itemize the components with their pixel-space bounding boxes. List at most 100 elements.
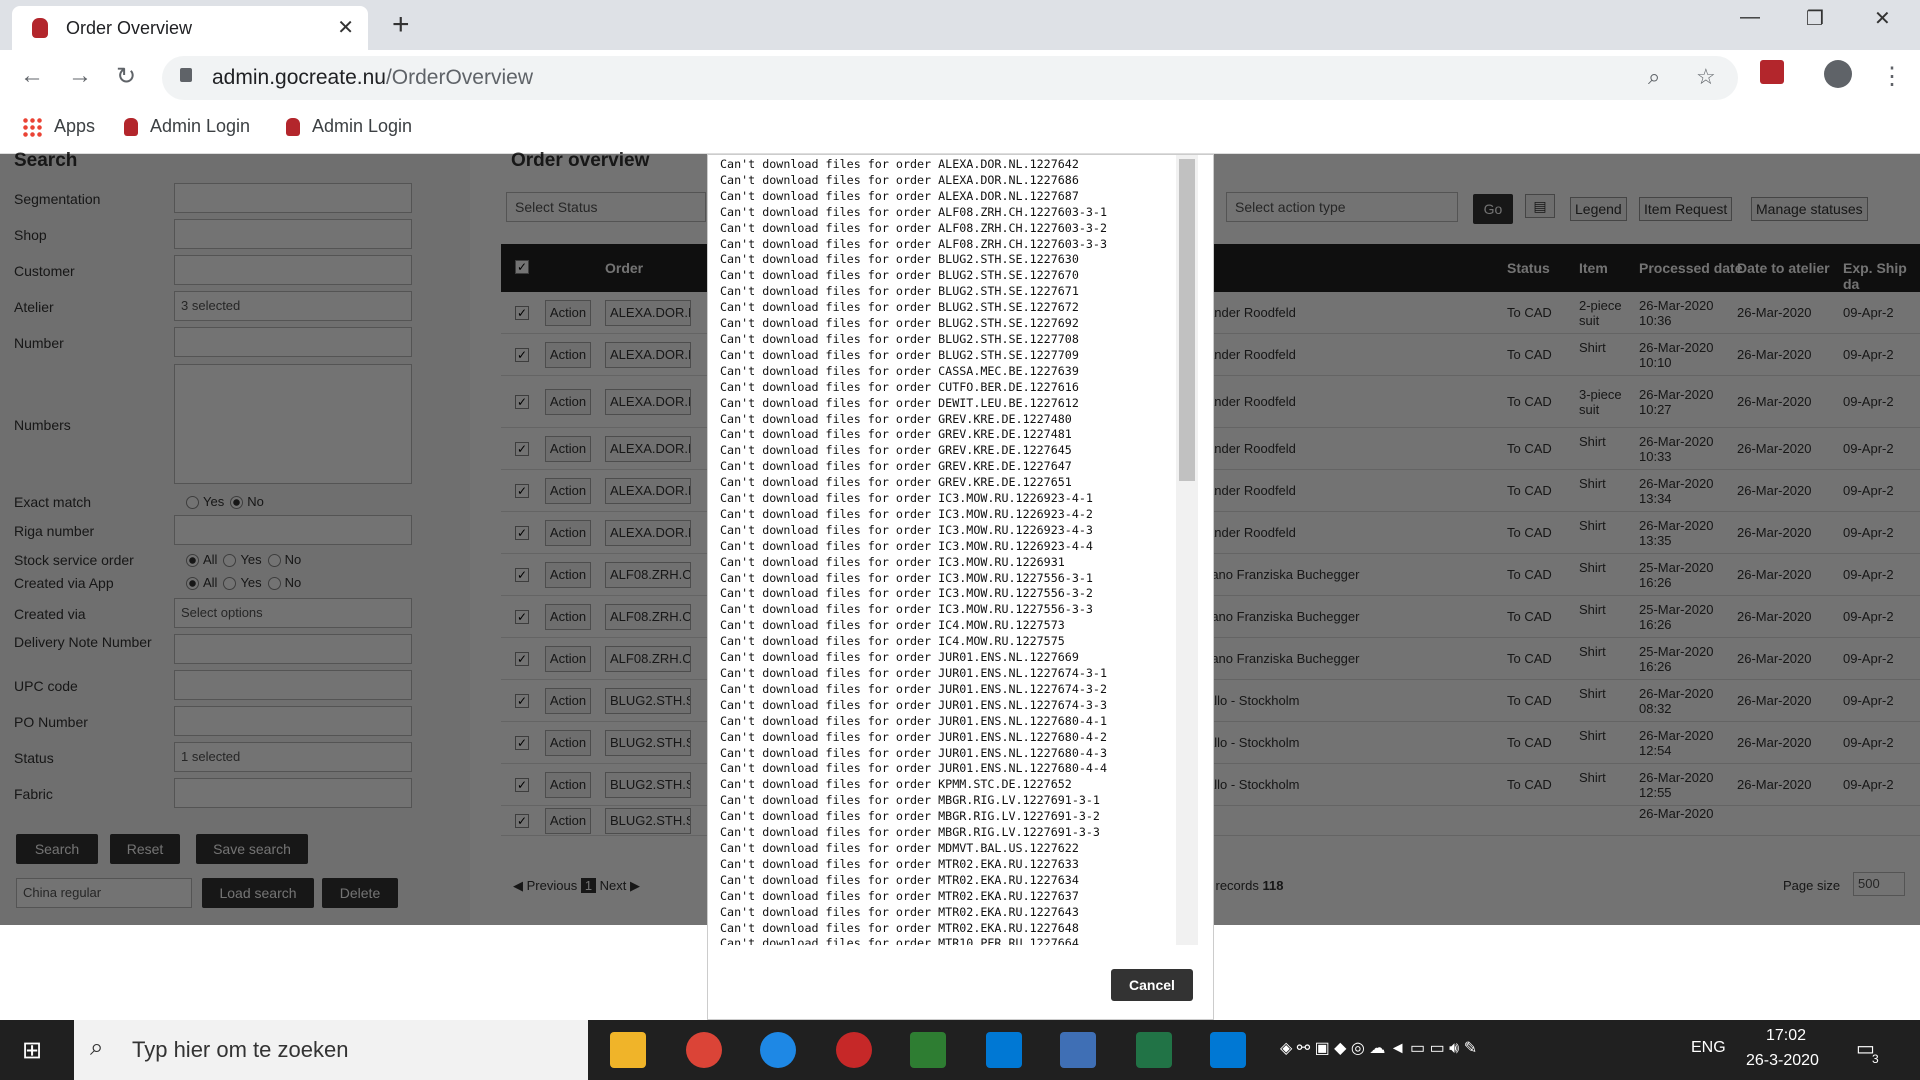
pager[interactable]: ◀ Previous 1 Next ▶ (513, 878, 640, 893)
menu-kebab-icon[interactable]: ⋮ (1880, 62, 1904, 91)
row-checkbox[interactable]: ✓ (515, 484, 529, 498)
go-button[interactable]: Go (1473, 194, 1513, 224)
new-tab-icon[interactable]: + (392, 8, 410, 42)
clock-time[interactable]: 17:02 (1766, 1027, 1806, 1045)
export-icon[interactable]: ▤ (1525, 194, 1555, 218)
row-checkbox[interactable]: ✓ (515, 442, 529, 456)
row-action-button[interactable]: Action (545, 646, 591, 672)
file-manager-icon[interactable] (910, 1032, 946, 1068)
page-size-select[interactable]: 500 (1853, 872, 1905, 896)
row-checkbox[interactable]: ✓ (515, 610, 529, 624)
row-order-number[interactable]: ALF08.ZRH.CH (605, 562, 691, 588)
edge-icon[interactable] (760, 1032, 796, 1068)
row-order-number[interactable]: BLUG2.STH.SE (605, 730, 691, 756)
row-checkbox[interactable]: ✓ (515, 348, 529, 362)
col-order[interactable]: Order (605, 260, 643, 276)
row-action-button[interactable]: Action (545, 604, 591, 630)
select-status-dropdown[interactable]: Select Status (506, 192, 706, 222)
dialog-scrollbar[interactable] (1176, 155, 1198, 945)
outlook-icon[interactable] (986, 1032, 1022, 1068)
legend-button[interactable]: Legend (1570, 197, 1627, 221)
item-request-button[interactable]: Item Request (1639, 197, 1733, 221)
col-status[interactable]: Status (1507, 260, 1550, 276)
profile-icon[interactable] (1824, 60, 1852, 88)
row-order-number[interactable]: ALEXA.DOR.NL (605, 520, 691, 546)
chrome-icon[interactable] (686, 1032, 722, 1068)
system-tray-icons[interactable]: ◈ ⚯ ▣ ◆ ◎ ☁ ◄ ▭ ▭ 🔊︎ ✎ (1280, 1038, 1477, 1058)
row-checkbox[interactable]: ✓ (515, 814, 529, 828)
pdf-extension-icon[interactable] (1760, 60, 1784, 84)
shop-input[interactable] (174, 219, 412, 249)
row-action-button[interactable]: Action (545, 478, 591, 504)
upc-code-input[interactable] (174, 670, 412, 700)
row-action-button[interactable]: Action (545, 808, 591, 834)
po-number-input[interactable] (174, 706, 412, 736)
fabric-input[interactable] (174, 778, 412, 808)
file-explorer-icon[interactable] (610, 1032, 646, 1068)
status-select[interactable]: 1 selected (174, 742, 412, 772)
excel-icon[interactable] (1136, 1032, 1172, 1068)
delete-search-button[interactable]: Delete (322, 878, 398, 908)
row-action-button[interactable]: Action (545, 300, 591, 326)
back-icon[interactable]: ← (20, 62, 44, 90)
snipping-tool-icon[interactable] (836, 1032, 872, 1068)
row-checkbox[interactable]: ✓ (515, 736, 529, 750)
row-checkbox[interactable]: ✓ (515, 652, 529, 666)
exact-match-radio[interactable]: Yes No (180, 494, 264, 510)
zoom-icon[interactable]: ⌕ (1648, 64, 1660, 90)
minimize-icon[interactable]: — (1740, 6, 1760, 29)
dialog-scrollbar-thumb[interactable] (1179, 159, 1195, 481)
row-action-button[interactable]: Action (545, 436, 591, 462)
outlook-icon-2[interactable] (1210, 1032, 1246, 1068)
row-checkbox[interactable]: ✓ (515, 395, 529, 409)
numbers-textarea[interactable] (174, 364, 412, 484)
customer-input[interactable] (174, 255, 412, 285)
col-exp-ship-date[interactable]: Exp. Ship da (1843, 260, 1920, 292)
row-checkbox[interactable]: ✓ (515, 694, 529, 708)
row-action-button[interactable]: Action (545, 772, 591, 798)
row-order-number[interactable]: ALEXA.DOR.NL (605, 478, 691, 504)
save-search-button[interactable]: Save search (196, 834, 308, 864)
bookmark-apps[interactable]: Apps (22, 116, 95, 138)
clock-date[interactable]: 26-3-2020 (1746, 1052, 1819, 1070)
restore-icon[interactable]: ❐ (1806, 6, 1824, 31)
row-order-number[interactable]: ALEXA.DOR.NL (605, 300, 691, 326)
row-checkbox[interactable]: ✓ (515, 306, 529, 320)
riga-number-input[interactable] (174, 515, 412, 545)
reset-button[interactable]: Reset (110, 834, 180, 864)
segmentation-select[interactable] (174, 183, 412, 213)
row-order-number[interactable]: ALEXA.DOR.NL (605, 389, 691, 415)
row-order-number[interactable]: ALEXA.DOR.NL (605, 342, 691, 368)
row-order-number[interactable]: ALF08.ZRH.CH (605, 646, 691, 672)
row-order-number[interactable]: BLUG2.STH.SE (605, 808, 691, 834)
row-order-number[interactable]: BLUG2.STH.SE (605, 772, 691, 798)
reload-icon[interactable]: ↻ (116, 62, 136, 91)
language-indicator[interactable]: ENG (1691, 1039, 1726, 1057)
tab-order-overview[interactable]: Order Overview ✕ (12, 6, 368, 50)
omnibox[interactable]: admin.gocreate.nu/OrderOverview ⌕ ☆ (162, 56, 1738, 100)
col-date-to-atelier[interactable]: Date to atelier (1737, 260, 1830, 276)
atelier-select[interactable]: 3 selected (174, 291, 412, 321)
row-action-button[interactable]: Action (545, 562, 591, 588)
saved-search-select[interactable]: China regular (16, 878, 192, 908)
bookmark-admin-login-1[interactable]: Admin Login (124, 116, 250, 137)
search-button[interactable]: Search (16, 834, 98, 864)
row-action-button[interactable]: Action (545, 520, 591, 546)
row-action-button[interactable]: Action (545, 342, 591, 368)
number-input[interactable] (174, 327, 412, 357)
row-order-number[interactable]: ALEXA.DOR.NL (605, 436, 691, 462)
error-message-list[interactable]: Can't download files for order ALEXA.DOR… (708, 155, 1200, 945)
bookmark-star-icon[interactable]: ☆ (1696, 64, 1716, 90)
forward-icon[interactable]: → (68, 62, 92, 90)
row-order-number[interactable]: ALF08.ZRH.CH (605, 604, 691, 630)
close-window-icon[interactable]: ✕ (1874, 6, 1891, 31)
created-via-select[interactable]: Select options (174, 598, 412, 628)
close-tab-icon[interactable]: ✕ (337, 15, 354, 40)
windows-start-icon[interactable]: ⊞ (22, 1036, 42, 1065)
col-processed-date[interactable]: Processed date (1639, 260, 1743, 276)
app-icon[interactable] (1060, 1032, 1096, 1068)
select-all-checkbox[interactable]: ✓ (515, 260, 529, 274)
bookmark-admin-login-2[interactable]: Admin Login (286, 116, 412, 137)
row-action-button[interactable]: Action (545, 688, 591, 714)
row-action-button[interactable]: Action (545, 730, 591, 756)
